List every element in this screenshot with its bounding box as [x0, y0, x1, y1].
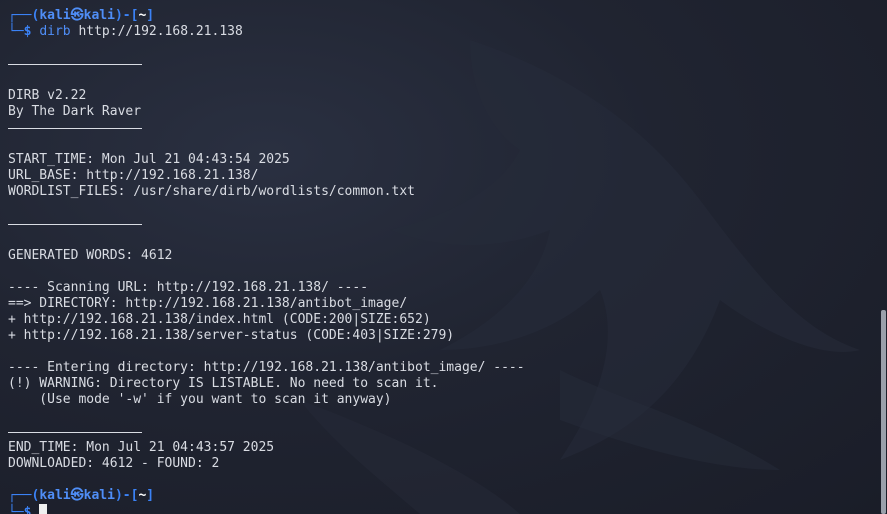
- prompt-user: kali: [39, 8, 71, 23]
- prompt-frame-end: ]: [146, 8, 155, 23]
- banner-version: DIRB v2.22: [8, 88, 87, 103]
- prompt-frame-top: ┌──(: [8, 488, 40, 503]
- text-cursor[interactable]: [39, 504, 48, 514]
- separator-rule: [8, 424, 867, 440]
- separator-rule: [8, 120, 867, 136]
- result-index: + http://192.168.21.138/index.html (CODE…: [8, 312, 431, 327]
- prompt-host: kali: [83, 488, 115, 503]
- prompt-user: kali: [39, 488, 71, 503]
- terminal-window[interactable]: ┌──(kali㉿kali)-[~] └─$ dirb http://192.1…: [0, 0, 887, 514]
- separator-rule: [8, 216, 867, 232]
- url-base: URL_BASE: http://192.168.21.138/: [8, 168, 259, 183]
- prompt-frame-mid: )-[: [114, 8, 139, 23]
- directory-found: ==> DIRECTORY: http://192.168.21.138/ant…: [8, 296, 408, 311]
- command-line-1: └─$ dirb http://192.168.21.138: [8, 24, 867, 40]
- terminal-output: ┌──(kali㉿kali)-[~] └─$ dirb http://192.1…: [8, 8, 867, 514]
- prompt-line-2: ┌──(kali㉿kali)-[~]: [8, 488, 867, 504]
- scanning-url: ---- Scanning URL: http://192.168.21.138…: [8, 280, 369, 295]
- warning-hint: (Use mode '-w' if you want to scan it an…: [8, 392, 392, 407]
- scrollbar[interactable]: [881, 310, 886, 514]
- command-line-2[interactable]: └─$: [8, 504, 867, 514]
- command-argument: http://192.168.21.138: [78, 24, 243, 39]
- prompt-frame-bottom: └─: [8, 505, 24, 514]
- prompt-dollar: $: [23, 505, 32, 514]
- command-name: dirb: [39, 24, 71, 39]
- prompt-at-symbol: ㉿: [70, 488, 84, 503]
- prompt-host: kali: [83, 8, 115, 23]
- prompt-line-1: ┌──(kali㉿kali)-[~]: [8, 8, 867, 24]
- wordlist-files: WORDLIST_FILES: /usr/share/dirb/wordlist…: [8, 184, 415, 199]
- prompt-frame-top: ┌──(: [8, 8, 40, 23]
- prompt-frame-bottom: └─: [8, 24, 24, 39]
- warning-listable: (!) WARNING: Directory IS LISTABLE. No n…: [8, 376, 439, 391]
- prompt-dollar: $: [23, 24, 32, 39]
- prompt-at-symbol: ㉿: [70, 8, 84, 23]
- prompt-frame-end: ]: [146, 488, 155, 503]
- result-server-status: + http://192.168.21.138/server-status (C…: [8, 328, 455, 343]
- separator-rule: [8, 56, 867, 72]
- generated-words: GENERATED WORDS: 4612: [8, 248, 173, 263]
- prompt-frame-mid: )-[: [114, 488, 139, 503]
- start-time: START_TIME: Mon Jul 21 04:43:54 2025: [8, 152, 290, 167]
- entering-directory: ---- Entering directory: http://192.168.…: [8, 360, 525, 375]
- end-time: END_TIME: Mon Jul 21 04:43:57 2025: [8, 440, 275, 455]
- download-summary: DOWNLOADED: 4612 - FOUND: 2: [8, 456, 220, 471]
- banner-author: By The Dark Raver: [8, 104, 142, 119]
